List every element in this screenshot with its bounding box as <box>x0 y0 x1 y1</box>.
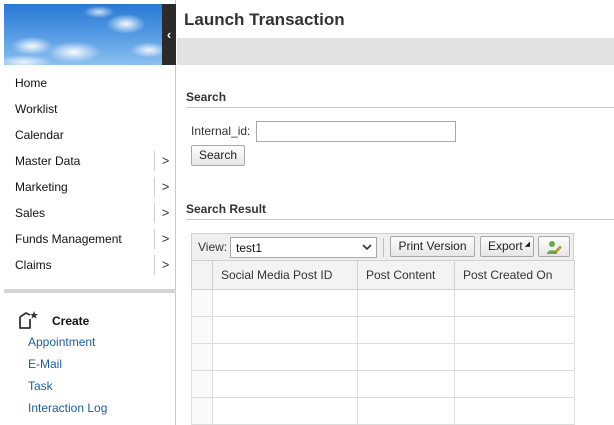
nav-item-label: Worklist <box>15 102 58 116</box>
internal-id-input[interactable] <box>256 121 456 142</box>
export-button-label: Export <box>488 239 523 253</box>
personalize-icon <box>547 241 562 254</box>
chevron-down-icon <box>362 244 372 251</box>
table-row <box>191 289 575 317</box>
internal-id-label: Internal_id: <box>191 124 251 138</box>
nav-item-worklist[interactable]: Worklist <box>4 96 176 122</box>
table-cell <box>212 289 358 317</box>
collapse-nav-button[interactable]: ‹ <box>162 4 176 65</box>
create-section-title: Create <box>52 314 90 328</box>
print-version-button[interactable]: Print Version <box>390 236 475 257</box>
row-selector[interactable] <box>191 316 213 344</box>
table-row <box>191 343 575 371</box>
search-section-divider <box>186 107 614 108</box>
table-cell <box>454 289 575 317</box>
row-selector[interactable] <box>191 289 213 317</box>
row-selector-header[interactable] <box>191 260 213 290</box>
table-cell <box>454 397 575 425</box>
table-header-row: Social Media Post ID Post Content Post C… <box>191 260 575 290</box>
create-new-icon <box>19 311 38 329</box>
nav-item-label: Marketing <box>15 180 68 194</box>
table-cell <box>454 316 575 344</box>
nav-item-sales[interactable]: Sales > <box>4 200 176 226</box>
table-cell <box>212 343 358 371</box>
view-select-value: test1 <box>236 241 263 255</box>
nav-item-label: Funds Management <box>15 232 122 246</box>
dropdown-caret-icon: ◢ <box>524 241 530 248</box>
nav-item-claims[interactable]: Claims > <box>4 252 176 278</box>
table-cell <box>357 343 455 371</box>
nav-item-label: Master Data <box>15 154 81 168</box>
search-button[interactable]: Search <box>191 145 245 166</box>
search-section-title: Search <box>186 90 227 104</box>
table-row <box>191 316 575 344</box>
results-section-title: Search Result <box>186 202 267 216</box>
chevron-right-icon[interactable]: > <box>154 151 176 171</box>
nav-item-label: Sales <box>15 206 46 220</box>
table-cell <box>454 343 575 371</box>
chevron-left-icon: ‹ <box>166 27 172 42</box>
results-toolbar: View: test1 Print Version Export ◢ <box>191 233 574 261</box>
personalize-button[interactable] <box>538 236 570 257</box>
nav-item-label: Home <box>15 76 48 90</box>
table-cell <box>454 370 575 398</box>
chevron-right-icon[interactable]: > <box>154 255 176 275</box>
create-task-link[interactable]: Task <box>28 375 107 397</box>
nav-item-home[interactable]: Home <box>4 70 176 96</box>
row-selector[interactable] <box>191 397 213 425</box>
title-bar: Launch Transaction <box>177 0 614 38</box>
column-header-post-created-on[interactable]: Post Created On <box>454 260 575 290</box>
table-cell <box>357 397 455 425</box>
nav-menu: Home Worklist Calendar Master Data > Mar… <box>4 70 176 278</box>
banner-image <box>4 4 162 65</box>
table-row <box>191 397 575 425</box>
chevron-right-icon[interactable]: > <box>154 177 176 197</box>
column-header-post-content[interactable]: Post Content <box>357 260 455 290</box>
create-email-link[interactable]: E-Mail <box>28 353 107 375</box>
create-interaction-log-link[interactable]: Interaction Log <box>28 397 107 419</box>
create-links: Appointment E-Mail Task Interaction Log <box>28 331 107 419</box>
row-selector[interactable] <box>191 343 213 371</box>
table-cell <box>357 370 455 398</box>
table-row <box>191 370 575 398</box>
chevron-right-icon[interactable]: > <box>154 229 176 249</box>
page-title: Launch Transaction <box>184 10 345 29</box>
nav-item-master-data[interactable]: Master Data > <box>4 148 176 174</box>
results-section-divider <box>186 219 614 220</box>
column-header-post-id[interactable]: Social Media Post ID <box>212 260 358 290</box>
view-label: View: <box>198 240 228 254</box>
table-cell <box>212 370 358 398</box>
nav-item-funds-management[interactable]: Funds Management > <box>4 226 176 252</box>
create-appointment-link[interactable]: Appointment <box>28 331 107 353</box>
table-cell <box>212 397 358 425</box>
header-band <box>177 38 614 65</box>
table-cell <box>357 289 455 317</box>
table-cell <box>212 316 358 344</box>
results-table: Social Media Post ID Post Content Post C… <box>191 260 575 425</box>
nav-item-marketing[interactable]: Marketing > <box>4 174 176 200</box>
nav-item-label: Calendar <box>15 128 64 142</box>
toolbar-separator <box>383 238 384 257</box>
main-content: Launch Transaction Search Internal_id: S… <box>177 0 614 425</box>
left-navigation: ‹ Home Worklist Calendar Master Data > M… <box>0 0 176 425</box>
nav-item-label: Claims <box>15 258 52 272</box>
view-select[interactable]: test1 <box>230 237 377 258</box>
nav-item-calendar[interactable]: Calendar <box>4 122 176 148</box>
row-selector[interactable] <box>191 370 213 398</box>
export-button[interactable]: Export ◢ <box>480 236 534 257</box>
chevron-right-icon[interactable]: > <box>154 203 176 223</box>
nav-divider <box>4 289 176 293</box>
table-cell <box>357 316 455 344</box>
